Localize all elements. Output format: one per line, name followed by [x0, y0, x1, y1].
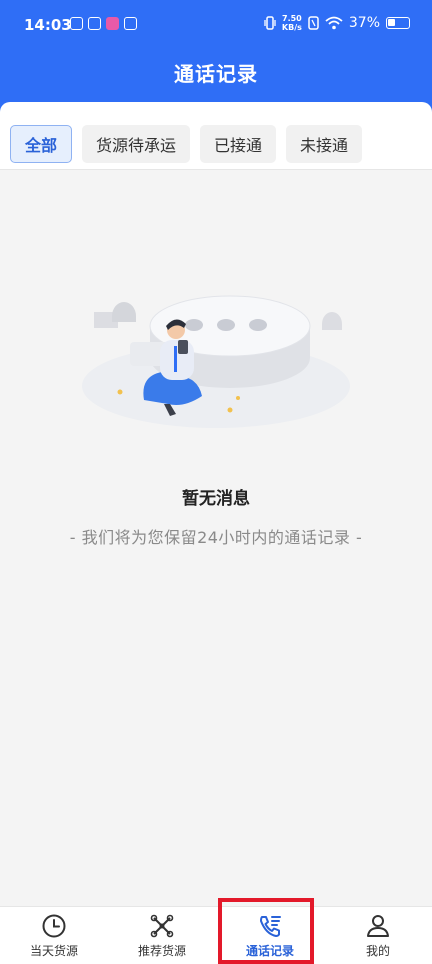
- wifi-icon: [325, 16, 343, 30]
- bottom-nav: 当天货源 推荐货源 通话记录 我的: [0, 906, 432, 964]
- header-bar: 14:03 7.50 KB/s 37% 通话记录: [0, 0, 432, 112]
- notification-app-icon: [88, 17, 101, 30]
- nav-item-recommended-cargo[interactable]: 推荐货源: [108, 907, 216, 964]
- status-right: 7.50 KB/s 37%: [264, 14, 410, 32]
- filter-tabs: 全部 货源待承运 已接通 未接通: [10, 125, 363, 163]
- status-app-icons: [70, 17, 137, 30]
- notification-app-icon: [106, 17, 119, 30]
- battery-icon: [386, 17, 410, 29]
- recommend-icon: [150, 914, 174, 937]
- empty-state-subtitle: - 我们将为您保留24小时内的通话记录 -: [69, 528, 363, 547]
- nav-label: 我的: [365, 943, 390, 958]
- user-icon: [367, 914, 389, 937]
- notification-app-icon: [124, 17, 137, 30]
- empty-illustration: [82, 295, 350, 428]
- status-time: 14:03: [24, 16, 72, 34]
- tab-all[interactable]: 全部: [10, 125, 73, 163]
- highlight-box: [218, 898, 314, 964]
- page-title: 通话记录: [174, 62, 258, 86]
- status-bar: 14:03 7.50 KB/s 37%: [0, 0, 432, 50]
- network-speed-value: 7.50: [282, 14, 302, 23]
- nav-label: 当天货源: [29, 943, 78, 958]
- battery-percent: 37%: [348, 15, 380, 31]
- tab-connected[interactable]: 已接通: [200, 125, 277, 163]
- nav-item-today-cargo[interactable]: 当天货源: [0, 907, 108, 964]
- nav-item-profile[interactable]: 我的: [324, 907, 432, 964]
- filter-panel: 全部 货源待承运 已接通 未接通: [0, 102, 432, 170]
- notification-app-icon: [70, 17, 83, 30]
- nav-label: 推荐货源: [137, 943, 186, 958]
- network-speed: 7.50 KB/s: [282, 14, 302, 32]
- vibrate-icon: [264, 16, 276, 30]
- tab-pending-shipment[interactable]: 货源待承运: [82, 125, 191, 163]
- network-speed-unit: KB/s: [281, 23, 302, 32]
- empty-state-title: 暂无消息: [182, 489, 250, 509]
- clock-icon: [42, 914, 66, 937]
- nfc-icon: [308, 16, 319, 30]
- tab-missed[interactable]: 未接通: [286, 125, 363, 163]
